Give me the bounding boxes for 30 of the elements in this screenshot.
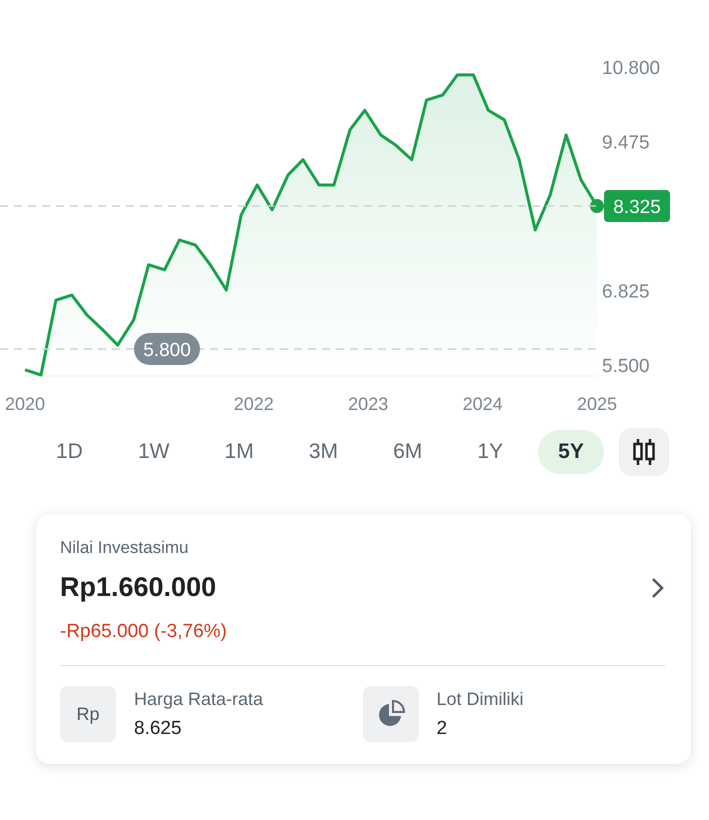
period-tab[interactable]: 1M	[204, 430, 274, 474]
x-tick-label: 2025	[576, 394, 618, 414]
x-tick-label: 2020	[4, 394, 46, 414]
y-tick-label: 5.500	[602, 356, 650, 377]
period-tab[interactable]: 1Y	[457, 430, 524, 474]
period-tab[interactable]: 6M	[373, 430, 442, 474]
x-tick-label: 2024	[462, 394, 503, 414]
x-tick-label: 2023	[348, 394, 388, 414]
pie-chart-icon	[362, 686, 418, 742]
price-dot	[590, 199, 604, 214]
stat-value: 8.625	[134, 718, 183, 740]
y-tick-label: 10.800	[602, 58, 660, 79]
card-title: Nilai Investasimu	[60, 538, 190, 558]
chart-type-button[interactable]	[618, 428, 669, 476]
chevron-right-icon[interactable]	[651, 576, 665, 598]
y-tick-label: 6.825	[602, 281, 650, 302]
stat-label: Lot Dimiliki	[436, 688, 524, 710]
period-tab[interactable]: 1D	[36, 430, 103, 474]
stat-value: 2	[436, 718, 448, 740]
period-tab[interactable]: 1W	[118, 430, 190, 474]
period-tab[interactable]: 5Y	[538, 430, 604, 474]
currency-icon: Rp	[60, 686, 116, 742]
y-tick-label: 9.475	[602, 132, 650, 154]
value-change: -Rp65.000 (-3,76%)	[60, 621, 228, 643]
x-tick-label: 2022	[234, 394, 274, 414]
stat-label: Harga Rata-rata	[134, 688, 264, 710]
period-tab[interactable]: 3M	[288, 430, 358, 474]
current-price-badge: 8.325	[604, 190, 670, 222]
candlestick-icon	[632, 438, 656, 466]
investment-value: Rp1.660.000	[60, 572, 216, 603]
